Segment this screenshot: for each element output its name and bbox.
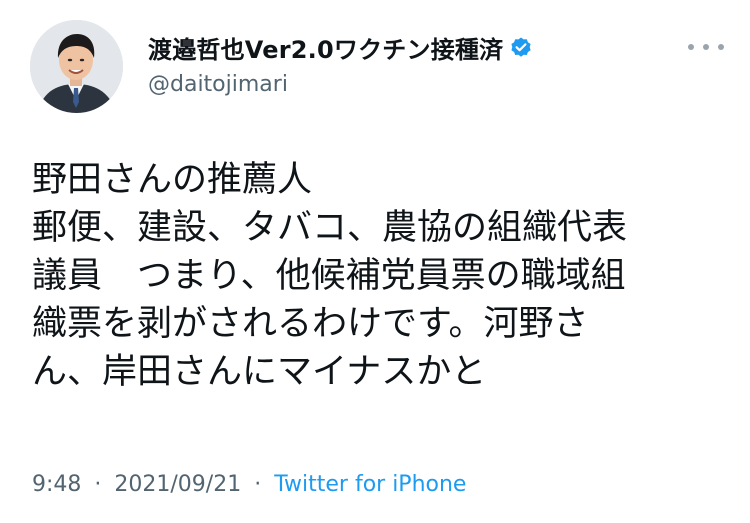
meta-separator: ·: [254, 472, 262, 497]
more-dot: [718, 44, 724, 50]
tweet-text: 野田さんの推薦人 郵便、建設、タバコ、農協の組織代表 議員 つまり、他候補党員票…: [32, 156, 732, 396]
tweet-text-line: 議員 つまり、他候補党員票の職域組: [32, 256, 626, 296]
tweet-card: 渡邉哲也Ver2.0ワクチン接種済 @daitojimari 野田さんの推薦人 …: [0, 0, 750, 523]
author-handle[interactable]: @daitojimari: [148, 72, 288, 97]
verified-badge-icon: [509, 36, 533, 60]
avatar-image: [30, 20, 123, 113]
author-display-name[interactable]: 渡邉哲也Ver2.0ワクチン接種済: [148, 30, 503, 65]
more-dot: [688, 44, 694, 50]
tweet-meta: 9:48 · 2021/09/21 · Twitter for iPhone: [32, 472, 466, 497]
tweet-date[interactable]: 2021/09/21: [114, 472, 241, 497]
tweet-text-line: 織票を剥がされるわけです。河野さ: [32, 304, 589, 344]
tweet-text-line: 野田さんの推薦人: [32, 160, 313, 200]
more-dot: [703, 44, 709, 50]
author-name-row[interactable]: 渡邉哲也Ver2.0ワクチン接種済: [148, 30, 533, 65]
tweet-text-line: ん、岸田さんにマイナスかと: [32, 352, 487, 392]
more-options-icon[interactable]: [688, 36, 724, 58]
tweet-source-link[interactable]: Twitter for iPhone: [274, 472, 466, 497]
avatar[interactable]: [30, 20, 123, 113]
tweet-time[interactable]: 9:48: [32, 472, 81, 497]
meta-separator: ·: [94, 472, 102, 497]
tweet-text-line: 郵便、建設、タバコ、農協の組織代表: [32, 208, 628, 248]
